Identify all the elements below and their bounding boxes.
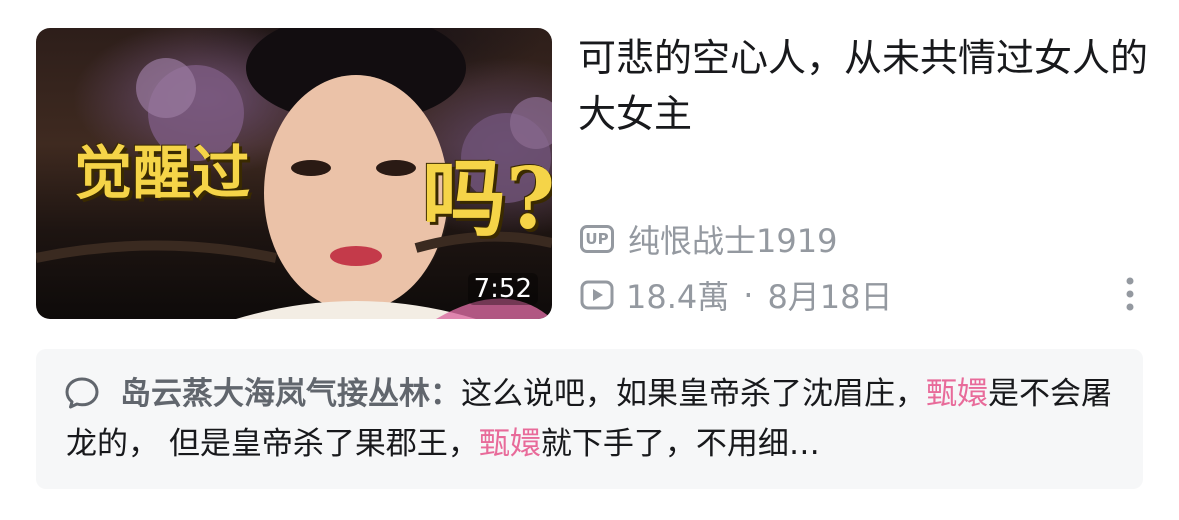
meta-separator: ·	[743, 276, 754, 314]
comment-text: 岛云蒸大海岚气接丛林：这么说吧，如果皇帝杀了沈眉庄，甄嬛是不会屠龙的， 但是皇帝…	[66, 369, 1126, 469]
publish-date: 8月18日	[767, 278, 893, 316]
author-name[interactable]: 纯恨战士1919	[628, 216, 837, 262]
comment-keyword-2[interactable]: 甄嬛	[479, 426, 541, 462]
thumbnail-caption-right: 吗?	[422, 149, 552, 248]
comment-body-part3: 就下手了，不用细…	[540, 426, 820, 462]
thumbnail-caption-left: 觉醒过	[74, 139, 252, 207]
up-badge-icon: UP	[580, 225, 614, 253]
video-card[interactable]: 觉醒过 吗? 7:52 可悲的空心人，从未共情过女人的大女主 UP 纯恨战士19…	[0, 0, 1179, 520]
author-row[interactable]: UP 纯恨战士1919	[580, 216, 837, 262]
top-comment[interactable]: 岛云蒸大海岚气接丛林：这么说吧，如果皇帝杀了沈眉庄，甄嬛是不会屠龙的， 但是皇帝…	[36, 349, 1143, 489]
video-title[interactable]: 可悲的空心人，从未共情过女人的大女主	[578, 30, 1148, 142]
comment-username[interactable]: 岛云蒸大海岚气接丛林：	[120, 376, 461, 412]
comment-body-part1: 这么说吧，如果皇帝杀了沈眉庄，	[461, 376, 926, 412]
video-duration: 7:52	[467, 273, 538, 305]
video-thumbnail[interactable]: 觉醒过 吗? 7:52	[36, 28, 552, 319]
stats-row: 18.4萬 · 8月18日	[580, 272, 893, 318]
play-icon	[580, 280, 614, 310]
more-vertical-icon[interactable]	[1122, 275, 1138, 313]
view-count: 18.4萬	[626, 278, 730, 316]
comment-keyword-1[interactable]: 甄嬛	[926, 376, 988, 412]
